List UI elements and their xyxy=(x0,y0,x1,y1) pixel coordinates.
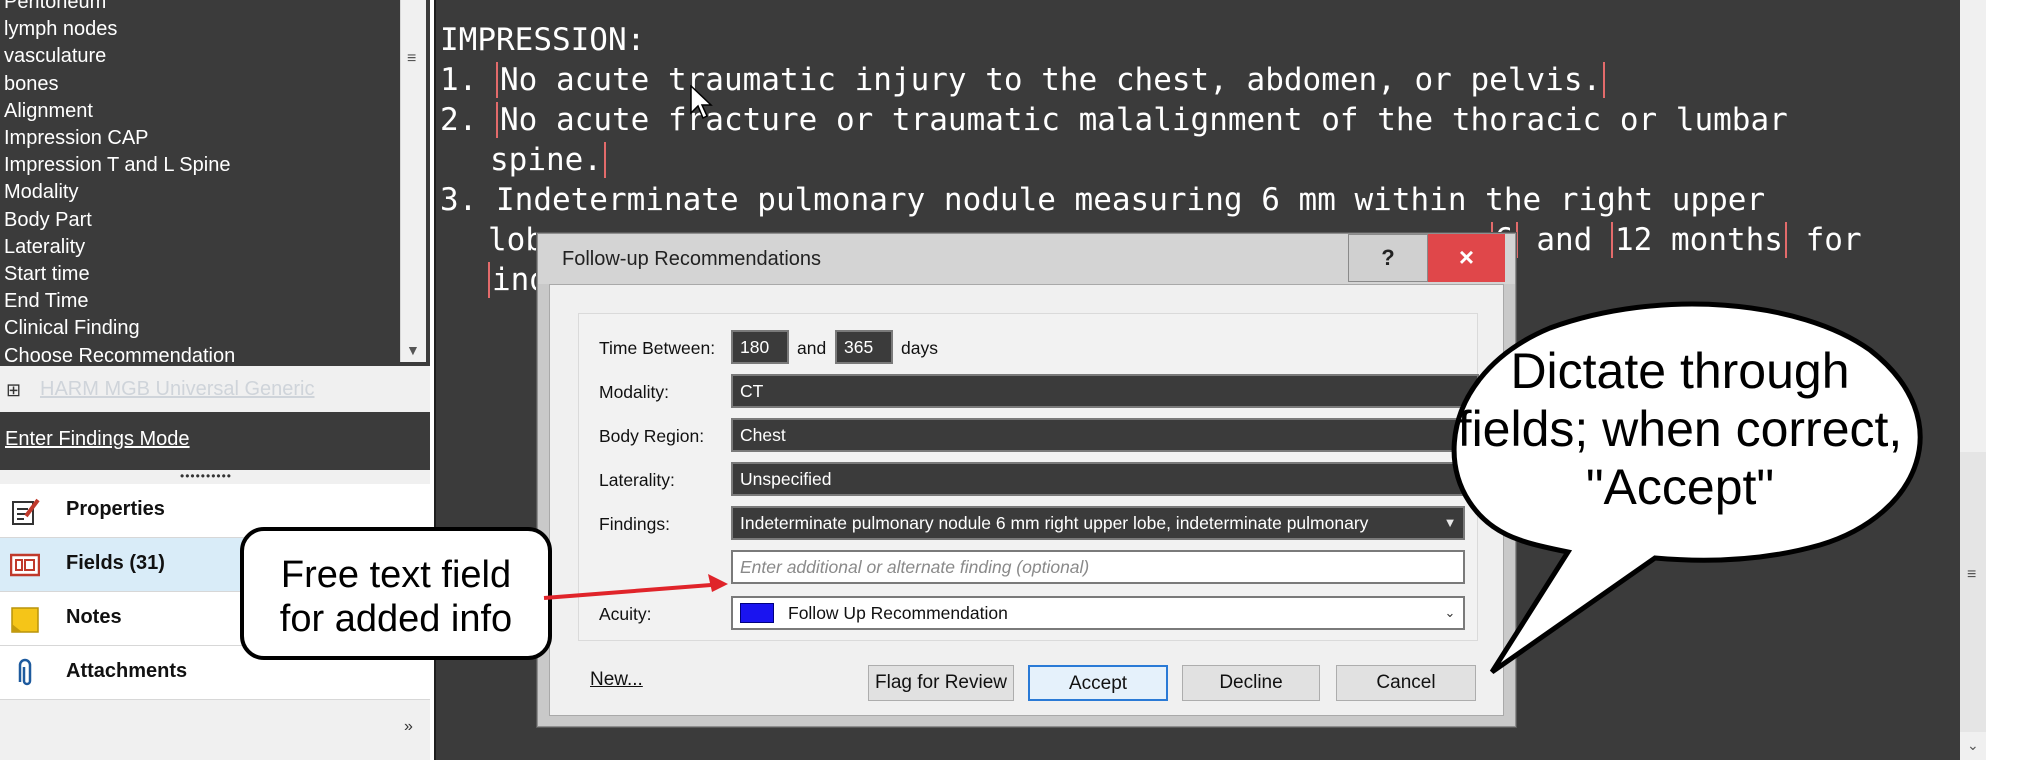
report-field[interactable]: spine. xyxy=(488,142,606,178)
dialog-titlebar[interactable]: Follow-up Recommendations ? × xyxy=(538,234,1515,284)
scroll-grip-icon[interactable]: ≡ xyxy=(1967,566,1976,584)
template-row: ⊞ HARM MGB Universal Generic xyxy=(0,370,430,410)
new-recommendation-link[interactable]: New... xyxy=(590,669,643,691)
field-list-item[interactable]: Peritoneum xyxy=(4,0,235,16)
mouse-cursor-icon xyxy=(690,85,713,120)
field-list-item[interactable]: Modality xyxy=(4,179,235,206)
report-text-fragment: lob xyxy=(488,222,544,258)
modality-value: CT xyxy=(740,381,764,401)
body-region-select[interactable]: Chest xyxy=(731,418,1479,452)
impression-heading: IMPRESSION: xyxy=(440,22,646,58)
callout-line: Free text field xyxy=(280,554,512,596)
field-list-item[interactable]: bones xyxy=(4,71,235,98)
impression-line-3-tail[interactable]: 6 and 12 months for xyxy=(1491,220,1862,260)
laterality-value: Unspecified xyxy=(740,469,832,489)
field-list-scrollbar[interactable]: ≡ ▼ xyxy=(400,0,426,362)
laterality-label: Laterality: xyxy=(599,470,675,490)
enter-findings-mode-link[interactable]: Enter Findings Mode xyxy=(5,428,190,451)
field-list-item[interactable]: Choose Recommendation xyxy=(4,343,235,366)
field-list-item[interactable]: vasculature xyxy=(4,43,235,70)
field-list-item[interactable]: Alignment xyxy=(4,98,235,125)
time-to-input[interactable]: 365 xyxy=(835,330,893,364)
scroll-down-arrow-icon[interactable]: ⌄ xyxy=(1967,737,1979,754)
time-between-label: Time Between: xyxy=(599,338,716,358)
findings-select[interactable]: Indeterminate pulmonary nodule 6 mm righ… xyxy=(731,506,1465,540)
report-text-fragment: for xyxy=(1786,222,1862,258)
template-link[interactable]: HARM MGB Universal Generic xyxy=(40,378,315,401)
more-chevron-icon[interactable]: » xyxy=(404,718,413,736)
findings-value: Indeterminate pulmonary nodule 6 mm righ… xyxy=(740,513,1369,533)
laterality-select[interactable]: Unspecified xyxy=(731,462,1479,496)
scroll-thumb[interactable] xyxy=(1960,452,1986,732)
callout-line: for added info xyxy=(279,598,513,640)
report-field[interactable]: 12 months xyxy=(1611,222,1787,258)
nav-label-attachments: Attachments xyxy=(66,660,188,682)
callout-line: Dictate through xyxy=(1510,343,1850,399)
decline-button[interactable]: Decline xyxy=(1182,665,1320,701)
field-list-item[interactable]: Start time xyxy=(4,261,235,288)
item-number: 2. xyxy=(440,102,496,138)
panel-splitter[interactable]: •••••••••• xyxy=(180,469,232,483)
dialog-title: Follow-up Recommendations xyxy=(562,248,822,270)
time-from-input[interactable]: 180 xyxy=(731,330,789,364)
field-list: Peritoneum lymph nodes vasculature bones… xyxy=(0,0,430,366)
report-field[interactable]: No acute traumatic injury to the chest, … xyxy=(496,62,1606,98)
field-list-item[interactable]: Body Part xyxy=(4,207,235,234)
acuity-color-swatch xyxy=(740,603,774,623)
impression-line-2-cont[interactable]: spine. xyxy=(488,140,606,180)
scroll-grip-icon[interactable]: ≡ xyxy=(407,50,416,68)
editor-scrollbar[interactable]: ≡ ⌄ xyxy=(1960,0,1986,760)
fields-icon xyxy=(10,553,40,577)
findings-label: Findings: xyxy=(599,514,671,534)
additional-finding-placeholder: Enter additional or alternate finding (o… xyxy=(740,557,1090,577)
days-label: days xyxy=(901,338,938,358)
field-list-item[interactable]: Impression T and L Spine xyxy=(4,152,235,179)
body-region-label: Body Region: xyxy=(599,426,705,446)
help-button[interactable]: ? xyxy=(1348,234,1428,282)
paperclip-icon xyxy=(18,658,32,686)
callout-dictate: Dictate through fields; when correct, "A… xyxy=(1430,342,1930,516)
field-list-item[interactable]: End Time xyxy=(4,288,235,315)
and-label: and xyxy=(797,338,827,358)
field-list-item[interactable]: Clinical Finding xyxy=(4,315,235,342)
body-region-value: Chest xyxy=(740,425,786,445)
notes-icon xyxy=(11,607,39,633)
impression-line-3-cont[interactable]: lob xyxy=(488,220,544,260)
field-list-item[interactable]: Impression CAP xyxy=(4,125,235,152)
close-button[interactable]: × xyxy=(1428,234,1505,282)
acuity-value: Follow Up Recommendation xyxy=(788,603,1008,623)
callout-line: "Accept" xyxy=(1585,459,1775,515)
app-window: Peritoneum lymph nodes vasculature bones… xyxy=(0,0,2018,760)
impression-line-3[interactable]: 3. Indeterminate pulmonary nodule measur… xyxy=(440,180,1765,220)
callout-arrow xyxy=(543,574,728,600)
acuity-select[interactable]: Follow Up Recommendation ⌄ xyxy=(731,596,1465,630)
callout-free-text: Free text field for added info xyxy=(240,527,552,660)
findings-mode-bar: Enter Findings Mode xyxy=(0,412,430,470)
impression-line-1[interactable]: 1. No acute traumatic injury to the ches… xyxy=(440,60,1606,100)
nav-label-fields: Fields (31) xyxy=(66,552,165,574)
properties-icon xyxy=(12,498,40,525)
impression-line-2[interactable]: 2. No acute fracture or traumatic malali… xyxy=(440,100,1790,140)
field-list-item[interactable]: Laterality xyxy=(4,234,235,261)
field-list-item[interactable]: lymph nodes xyxy=(4,16,235,43)
item-number: 1. xyxy=(440,62,496,98)
accept-button[interactable]: Accept xyxy=(1028,665,1168,701)
modality-label: Modality: xyxy=(599,382,670,402)
follow-up-dialog: Follow-up Recommendations ? × Time Betwe… xyxy=(537,233,1516,727)
template-icon: ⊞ xyxy=(6,380,22,400)
modality-select[interactable]: CT xyxy=(731,374,1479,408)
additional-finding-field[interactable]: Enter additional or alternate finding (o… xyxy=(731,550,1465,584)
flag-for-review-button[interactable]: Flag for Review xyxy=(868,665,1014,701)
report-text-fragment: and xyxy=(1517,222,1611,258)
callout-line: fields; when correct, xyxy=(1457,401,1903,457)
nav-label-properties: Properties xyxy=(66,498,165,520)
scroll-down-arrow-icon[interactable]: ▼ xyxy=(406,342,420,358)
nav-label-notes: Notes xyxy=(66,606,122,628)
dialog-body: Time Between: 180 and 365 days Modality:… xyxy=(549,284,1504,716)
